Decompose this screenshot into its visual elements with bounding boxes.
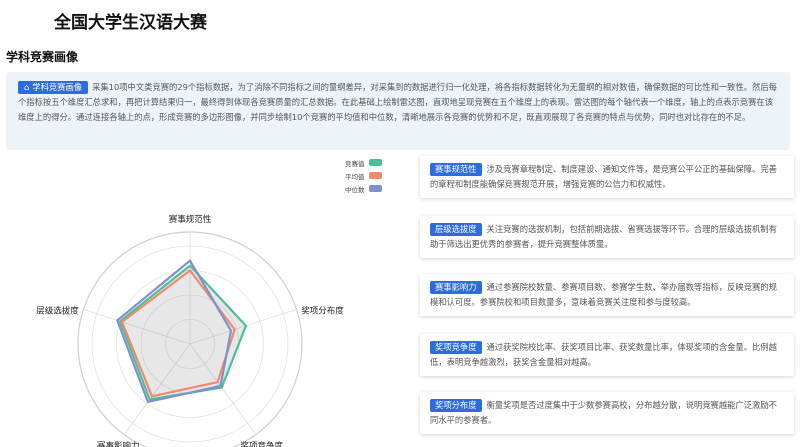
radar-series xyxy=(116,259,247,403)
legend-swatch xyxy=(368,185,382,192)
intro-badge-label: 学科竞赛画像 xyxy=(32,82,83,92)
section-title: 学科竞赛画像 xyxy=(6,50,79,64)
card-influence: 赛事影响力 通过参赛院校数量、参赛项目数、参赛学生数、举办届数等指标，反映竞赛的规… xyxy=(420,274,794,316)
legend-swatch xyxy=(368,172,382,179)
home-icon: ⌂ xyxy=(24,82,30,92)
radar-axis-label: 奖项分布度 xyxy=(301,305,344,316)
card-text: 关注竞赛的选拔机制，包括前期选拔、省赛选拔等环节。合理的层级选拔机制有助于筛选出… xyxy=(430,224,777,249)
chart-legend: 竞赛值 平均值 中位数 xyxy=(345,156,382,195)
intro-text: 采集10项中文类竞赛的29个指标数据，为了消除不同指标之间的量纲差异，对采集到的… xyxy=(18,82,777,122)
legend-label: 竞赛值 xyxy=(345,159,365,168)
radar-axis-label: 层级选拔度 xyxy=(36,305,79,316)
card-competition: 奖项竞争度 通过获奖院校比率、获奖项目比率、获奖数量比率，体现奖项的含金量。比例越… xyxy=(420,334,794,376)
card-badge: 奖项分布度 xyxy=(430,399,482,412)
card-badge: 赛事影响力 xyxy=(430,281,482,294)
legend-label: 平均值 xyxy=(345,172,365,181)
card-text: 衡量奖项是否过度集中于少数参赛高校，分布越分散，说明竞赛越能广泛激励不同水平的参… xyxy=(430,400,777,425)
radar-chart: 赛事规范性奖项分布度奖项竞争度 赛事影响力 层级选拔度 xyxy=(0,152,420,447)
legend-swatch xyxy=(368,159,382,166)
radar-axis-label: 赛事影响力 xyxy=(97,441,140,447)
intro-badge: ⌂ 学科竞赛画像 xyxy=(18,81,89,94)
radar-axis-label: 赛事规范性 xyxy=(169,214,212,225)
legend-item: 平均值 xyxy=(345,169,382,182)
card-text: 通过获奖院校比率、获奖项目比率、获奖数量比率，体现奖项的含金量。比例越低，表明竞… xyxy=(430,342,777,367)
card-badge: 赛事规范性 xyxy=(430,163,482,176)
card-distribution: 奖项分布度 衡量奖项是否过度集中于少数参赛高校，分布越分散，说明竞赛越能广泛激励不… xyxy=(420,392,794,434)
card-text: 通过参赛院校数量、参赛项目数、参赛学生数、举办届数等指标，反映竞赛的规模和认可度… xyxy=(430,282,777,307)
radar-axis-label: 奖项竞争度 xyxy=(241,441,284,447)
card-badge: 层级选拔度 xyxy=(430,223,482,236)
legend-item: 中位数 xyxy=(345,182,382,195)
legend-label: 中位数 xyxy=(345,185,365,194)
intro-panel: ⌂ 学科竞赛画像 采集10项中文类竞赛的29个指标数据，为了消除不同指标之间的量纲差… xyxy=(6,72,790,150)
radar-svg: 赛事规范性奖项分布度奖项竞争度 赛事影响力 层级选拔度 xyxy=(36,214,344,447)
card-text: 涉及竞赛章程制定、制度建设、通知文件等，是竞赛公平公正的基础保障。完善的章程和制… xyxy=(430,164,777,189)
card-regulation: 赛事规范性 涉及竞赛章程制定、制度建设、通知文件等，是竞赛公平公正的基础保障。完善… xyxy=(420,156,794,198)
legend-item: 竞赛值 xyxy=(345,156,382,169)
card-selection: 层级选拔度 关注竞赛的选拔机制，包括前期选拔、省赛选拔等环节。合理的层级选拔机制有… xyxy=(420,216,794,258)
page-title: 全国大学生汉语大赛 xyxy=(54,13,207,33)
card-badge: 奖项竞争度 xyxy=(430,341,482,354)
